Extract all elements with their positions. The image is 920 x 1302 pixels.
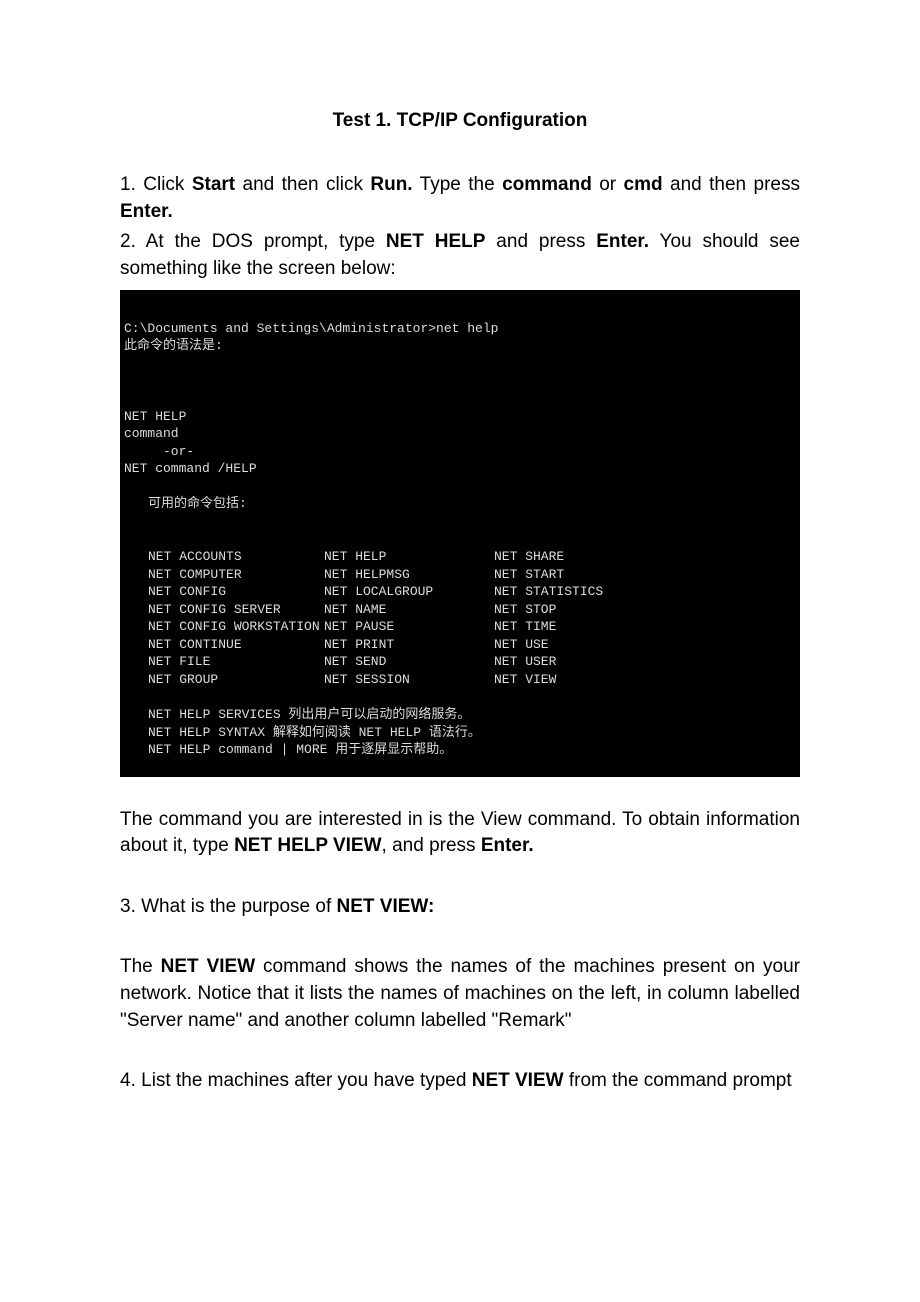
- term-line: command: [124, 425, 792, 443]
- text: Type the: [413, 174, 502, 195]
- text: and then press: [663, 174, 800, 195]
- document-page: Test 1. TCP/IP Configuration 1. Click St…: [0, 0, 920, 1302]
- term-cmd: NET SESSION: [324, 671, 494, 689]
- text: 1. Click: [120, 174, 192, 195]
- term-cmd: NET START: [494, 566, 792, 584]
- bold-nethelpview: NET HELP VIEW: [234, 835, 381, 856]
- bold-netview: NET VIEW:: [337, 896, 435, 917]
- term-cmd: NET PRINT: [324, 636, 494, 654]
- term-cmd: NET GROUP: [124, 671, 324, 689]
- term-cmd: NET TIME: [494, 618, 792, 636]
- terminal-screenshot: C:\Documents and Settings\Administrator>…: [120, 290, 800, 776]
- bold-start: Start: [192, 174, 235, 195]
- term-cmd: NET CONFIG: [124, 583, 324, 601]
- text: or: [592, 174, 624, 195]
- term-command-row: NET CONFIG WORKSTATIONNET PAUSENET TIME: [124, 618, 792, 636]
- term-command-row: NET ACCOUNTSNET HELPNET SHARE: [124, 548, 792, 566]
- explain-view: The command you are interested in is the…: [120, 807, 800, 860]
- term-cmd: NET STOP: [494, 601, 792, 619]
- term-blank: [124, 373, 792, 391]
- term-cmd: NET ACCOUNTS: [124, 548, 324, 566]
- term-cmd: NET CONTINUE: [124, 636, 324, 654]
- step-4: 4. List the machines after you have type…: [120, 1068, 800, 1095]
- term-command-row: NET CONFIG SERVERNET NAMENET STOP: [124, 601, 792, 619]
- term-line: 可用的命令包括:: [124, 495, 792, 513]
- term-command-row: NET CONFIGNET LOCALGROUPNET STATISTICS: [124, 583, 792, 601]
- term-cmd: NET LOCALGROUP: [324, 583, 494, 601]
- text: from the command prompt: [564, 1070, 792, 1091]
- term-footer: NET HELP command | MORE 用于逐屏显示帮助。: [124, 741, 792, 759]
- term-line: C:\Documents and Settings\Administrator>…: [124, 320, 792, 338]
- term-cmd: NET SHARE: [494, 548, 792, 566]
- bold-enter: Enter.: [596, 231, 649, 252]
- term-cmd: NET CONFIG SERVER: [124, 601, 324, 619]
- term-command-table: NET ACCOUNTSNET HELPNET SHARENET COMPUTE…: [124, 548, 792, 688]
- term-line: NET HELP: [124, 408, 792, 426]
- term-line: -or-: [124, 443, 792, 461]
- step-3: 3. What is the purpose of NET VIEW:: [120, 894, 800, 921]
- page-title: Test 1. TCP/IP Configuration: [120, 110, 800, 132]
- term-command-row: NET COMPUTERNET HELPMSGNET START: [124, 566, 792, 584]
- term-cmd: NET PAUSE: [324, 618, 494, 636]
- step-2: 2. At the DOS prompt, type NET HELP and …: [120, 229, 800, 282]
- term-cmd: NET USER: [494, 653, 792, 671]
- netview-explain: The NET VIEW command shows the names of …: [120, 954, 800, 1034]
- bold-netview: NET VIEW: [472, 1070, 564, 1091]
- term-cmd: NET VIEW: [494, 671, 792, 689]
- term-line: 此命令的语法是:: [124, 337, 792, 355]
- term-cmd: NET NAME: [324, 601, 494, 619]
- text: and then click: [235, 174, 370, 195]
- term-cmd: NET FILE: [124, 653, 324, 671]
- bold-netview: NET VIEW: [161, 956, 255, 977]
- bold-run: Run.: [370, 174, 412, 195]
- term-footer: NET HELP SYNTAX 解释如何阅读 NET HELP 语法行。: [124, 724, 792, 742]
- term-cmd: NET SEND: [324, 653, 494, 671]
- text: 3. What is the purpose of: [120, 896, 337, 917]
- term-footer: NET HELP SERVICES 列出用户可以启动的网络服务。: [124, 706, 792, 724]
- bold-enter: Enter.: [481, 835, 534, 856]
- bold-nethelp: NET HELP: [386, 231, 486, 252]
- term-command-row: NET GROUPNET SESSIONNET VIEW: [124, 671, 792, 689]
- text: , and press: [382, 835, 481, 856]
- term-cmd: NET STATISTICS: [494, 583, 792, 601]
- term-blank: [124, 530, 792, 548]
- term-cmd: NET USE: [494, 636, 792, 654]
- term-line: NET command /HELP: [124, 460, 792, 478]
- text: The: [120, 956, 161, 977]
- text: and press: [485, 231, 596, 252]
- bold-enter: Enter.: [120, 201, 173, 222]
- bold-cmd: cmd: [624, 174, 663, 195]
- term-command-row: NET CONTINUENET PRINTNET USE: [124, 636, 792, 654]
- term-cmd: NET HELP: [324, 548, 494, 566]
- term-command-row: NET FILENET SENDNET USER: [124, 653, 792, 671]
- text: 4. List the machines after you have type…: [120, 1070, 472, 1091]
- term-cmd: NET COMPUTER: [124, 566, 324, 584]
- term-cmd: NET HELPMSG: [324, 566, 494, 584]
- term-cmd: NET CONFIG WORKSTATION: [124, 618, 324, 636]
- step-1: 1. Click Start and then click Run. Type …: [120, 172, 800, 225]
- bold-command: command: [502, 174, 592, 195]
- text: 2. At the DOS prompt, type: [120, 231, 386, 252]
